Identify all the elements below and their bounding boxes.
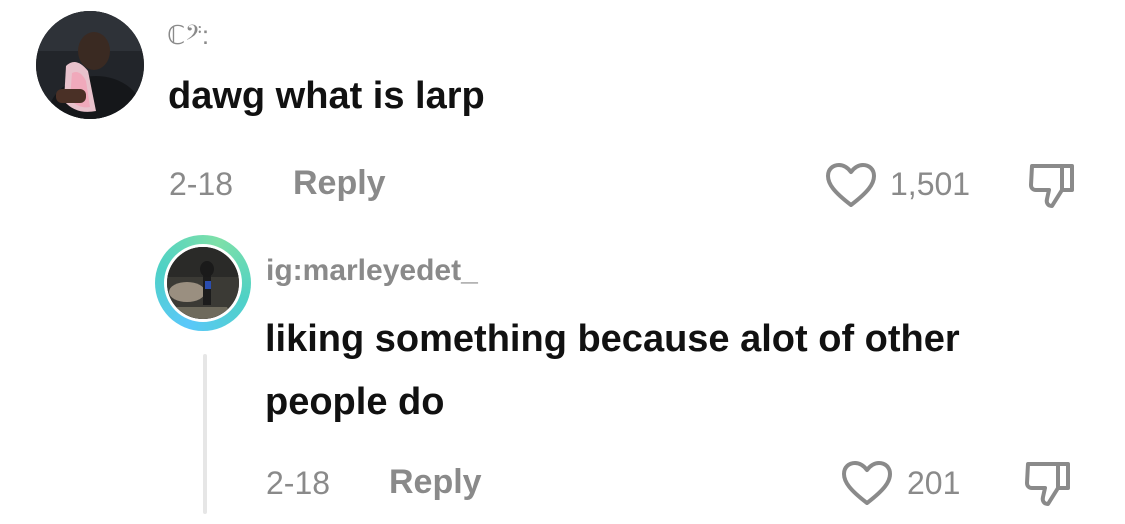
reply-username[interactable]: ig:marleyedet_ <box>266 254 478 288</box>
reply-comment-date: 2-18 <box>266 465 331 501</box>
comment-text: dawg what is larp <box>168 75 485 117</box>
reply-dislike-button[interactable] <box>1022 458 1074 508</box>
like-button[interactable] <box>824 161 878 209</box>
reply-like-button[interactable] <box>840 459 894 507</box>
commenter-avatar[interactable] <box>36 11 144 119</box>
reply-avatar[interactable] <box>155 235 251 331</box>
commenter-username[interactable]: ℂ𝄢: <box>167 20 209 52</box>
avatar-photo <box>36 11 144 119</box>
heart-outline-icon <box>842 461 892 505</box>
thumbs-down-icon <box>1025 462 1070 506</box>
reply-avatar-photo <box>164 244 242 322</box>
thread-line <box>203 354 207 514</box>
dislike-button[interactable] <box>1026 160 1078 210</box>
reply-comment-reply-button[interactable]: Reply <box>389 463 482 502</box>
thumbs-down-icon <box>1029 164 1074 208</box>
heart-outline-icon <box>826 163 876 207</box>
reply-comment-text: liking something because alot of other p… <box>265 318 960 423</box>
reply-like-count: 201 <box>907 465 961 501</box>
like-count: 1,501 <box>890 166 971 202</box>
reply-button[interactable]: Reply <box>293 164 386 203</box>
comment-date: 2-18 <box>169 166 234 202</box>
